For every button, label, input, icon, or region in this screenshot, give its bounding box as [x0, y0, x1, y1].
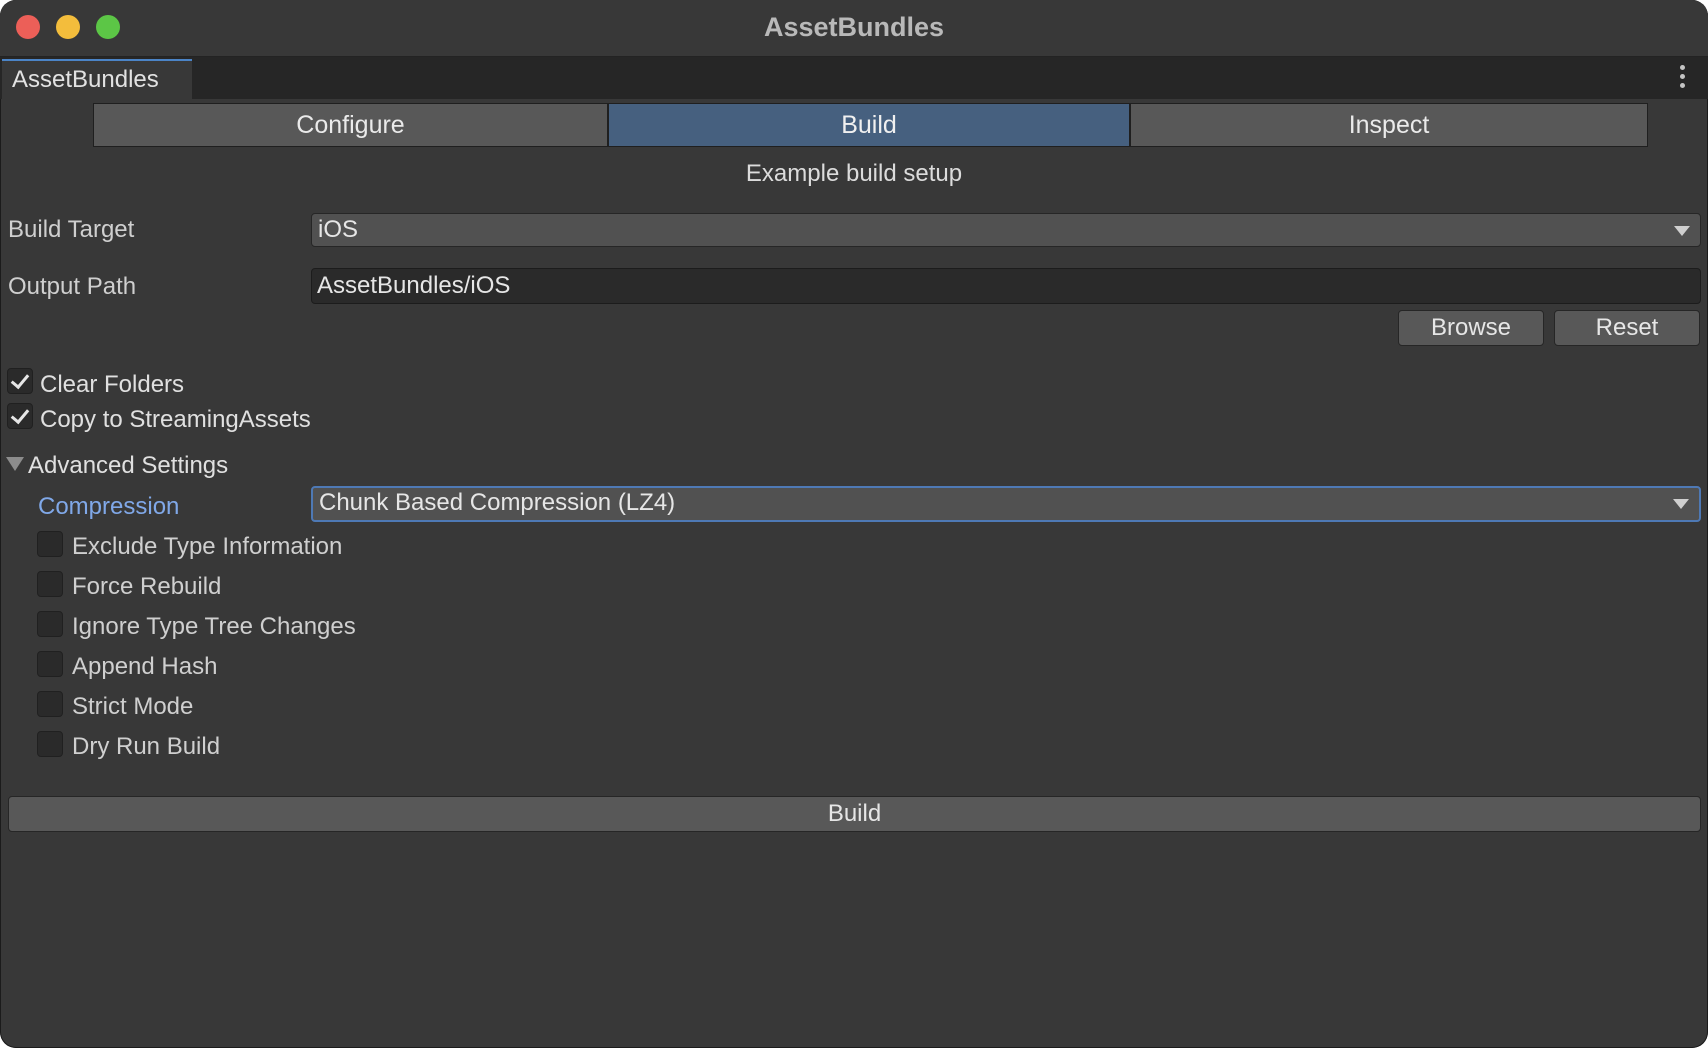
- append-hash-label: Append Hash: [72, 653, 218, 680]
- copy-to-streamingassets-label: Copy to StreamingAssets: [40, 406, 311, 433]
- dry-run-build-label: Dry Run Build: [72, 733, 221, 760]
- compression-value: Chunk Based Compression (LZ4): [319, 489, 676, 516]
- copy-to-streamingassets-checkbox[interactable]: [7, 403, 33, 429]
- tab-configure[interactable]: Configure: [93, 103, 608, 147]
- title-bar: AssetBundles: [0, 0, 1708, 57]
- build-target-dropdown[interactable]: iOS: [311, 213, 1701, 247]
- clear-folders-checkbox[interactable]: [7, 368, 33, 394]
- ignore-type-tree-changes-checkbox[interactable]: [37, 611, 63, 637]
- compression-label: Compression: [38, 493, 180, 520]
- dry-run-build-checkbox[interactable]: [37, 731, 63, 757]
- output-path-field[interactable]: AssetBundles/iOS: [311, 268, 1701, 304]
- kebab-menu-icon[interactable]: [1678, 65, 1686, 91]
- exclude-type-information-label: Exclude Type Information: [72, 533, 343, 560]
- chevron-down-icon: [1673, 499, 1689, 509]
- reset-button[interactable]: Reset: [1554, 310, 1700, 346]
- output-path-label: Output Path: [8, 273, 137, 300]
- window-title: AssetBundles: [763, 12, 945, 42]
- strict-mode-checkbox[interactable]: [37, 691, 63, 717]
- tab-build[interactable]: Build: [608, 103, 1130, 147]
- triangle-down-icon[interactable]: [6, 457, 24, 471]
- compression-dropdown[interactable]: Chunk Based Compression (LZ4): [311, 486, 1701, 522]
- advanced-settings-foldout[interactable]: Advanced Settings: [28, 452, 228, 480]
- strict-mode-label: Strict Mode: [72, 693, 194, 720]
- editor-tab-strip: AssetBundles: [0, 57, 1708, 99]
- build-target-value: iOS: [318, 216, 359, 243]
- build-button[interactable]: Build: [8, 796, 1701, 832]
- tab-inspect[interactable]: Inspect: [1130, 103, 1648, 147]
- append-hash-checkbox[interactable]: [37, 651, 63, 677]
- force-rebuild-label: Force Rebuild: [72, 573, 222, 600]
- editor-tab-assetbundles[interactable]: AssetBundles: [2, 59, 192, 99]
- chevron-down-icon: [1674, 226, 1690, 236]
- build-target-label: Build Target: [8, 216, 135, 243]
- force-rebuild-checkbox[interactable]: [37, 571, 63, 597]
- page-subtitle: Example build setup: [745, 160, 963, 187]
- exclude-type-information-checkbox[interactable]: [37, 531, 63, 557]
- ignore-type-tree-changes-label: Ignore Type Tree Changes: [72, 613, 356, 640]
- clear-folders-label: Clear Folders: [40, 371, 185, 398]
- browse-button[interactable]: Browse: [1398, 310, 1544, 346]
- asset-bundles-window: AssetBundles AssetBundles Configure Buil…: [0, 0, 1708, 1048]
